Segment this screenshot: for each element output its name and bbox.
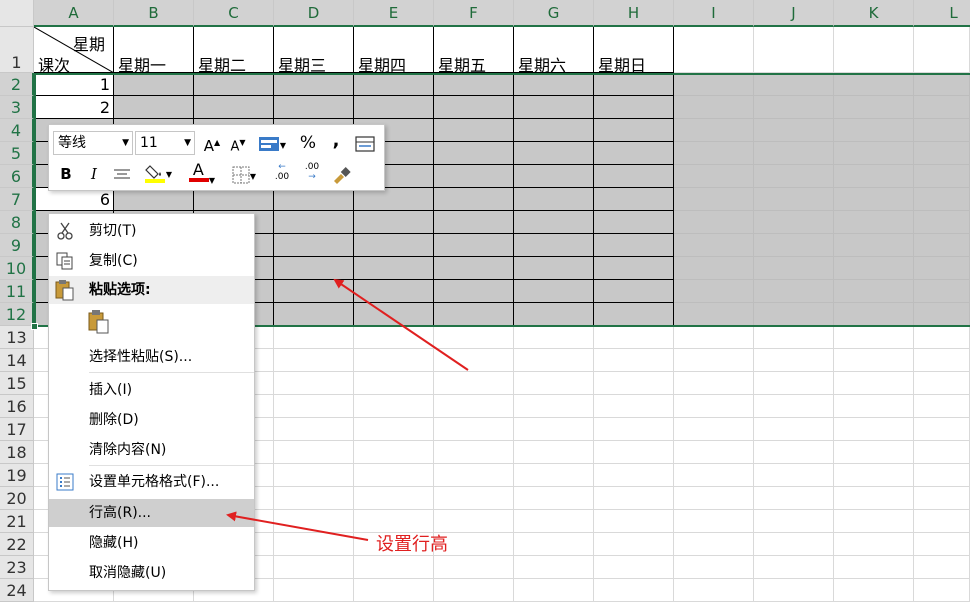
arrow-to-row-height <box>226 511 369 541</box>
annotation-label: 设置行高 <box>376 534 448 555</box>
arrow-to-selection <box>333 278 469 371</box>
annotation-arrows <box>226 278 469 541</box>
